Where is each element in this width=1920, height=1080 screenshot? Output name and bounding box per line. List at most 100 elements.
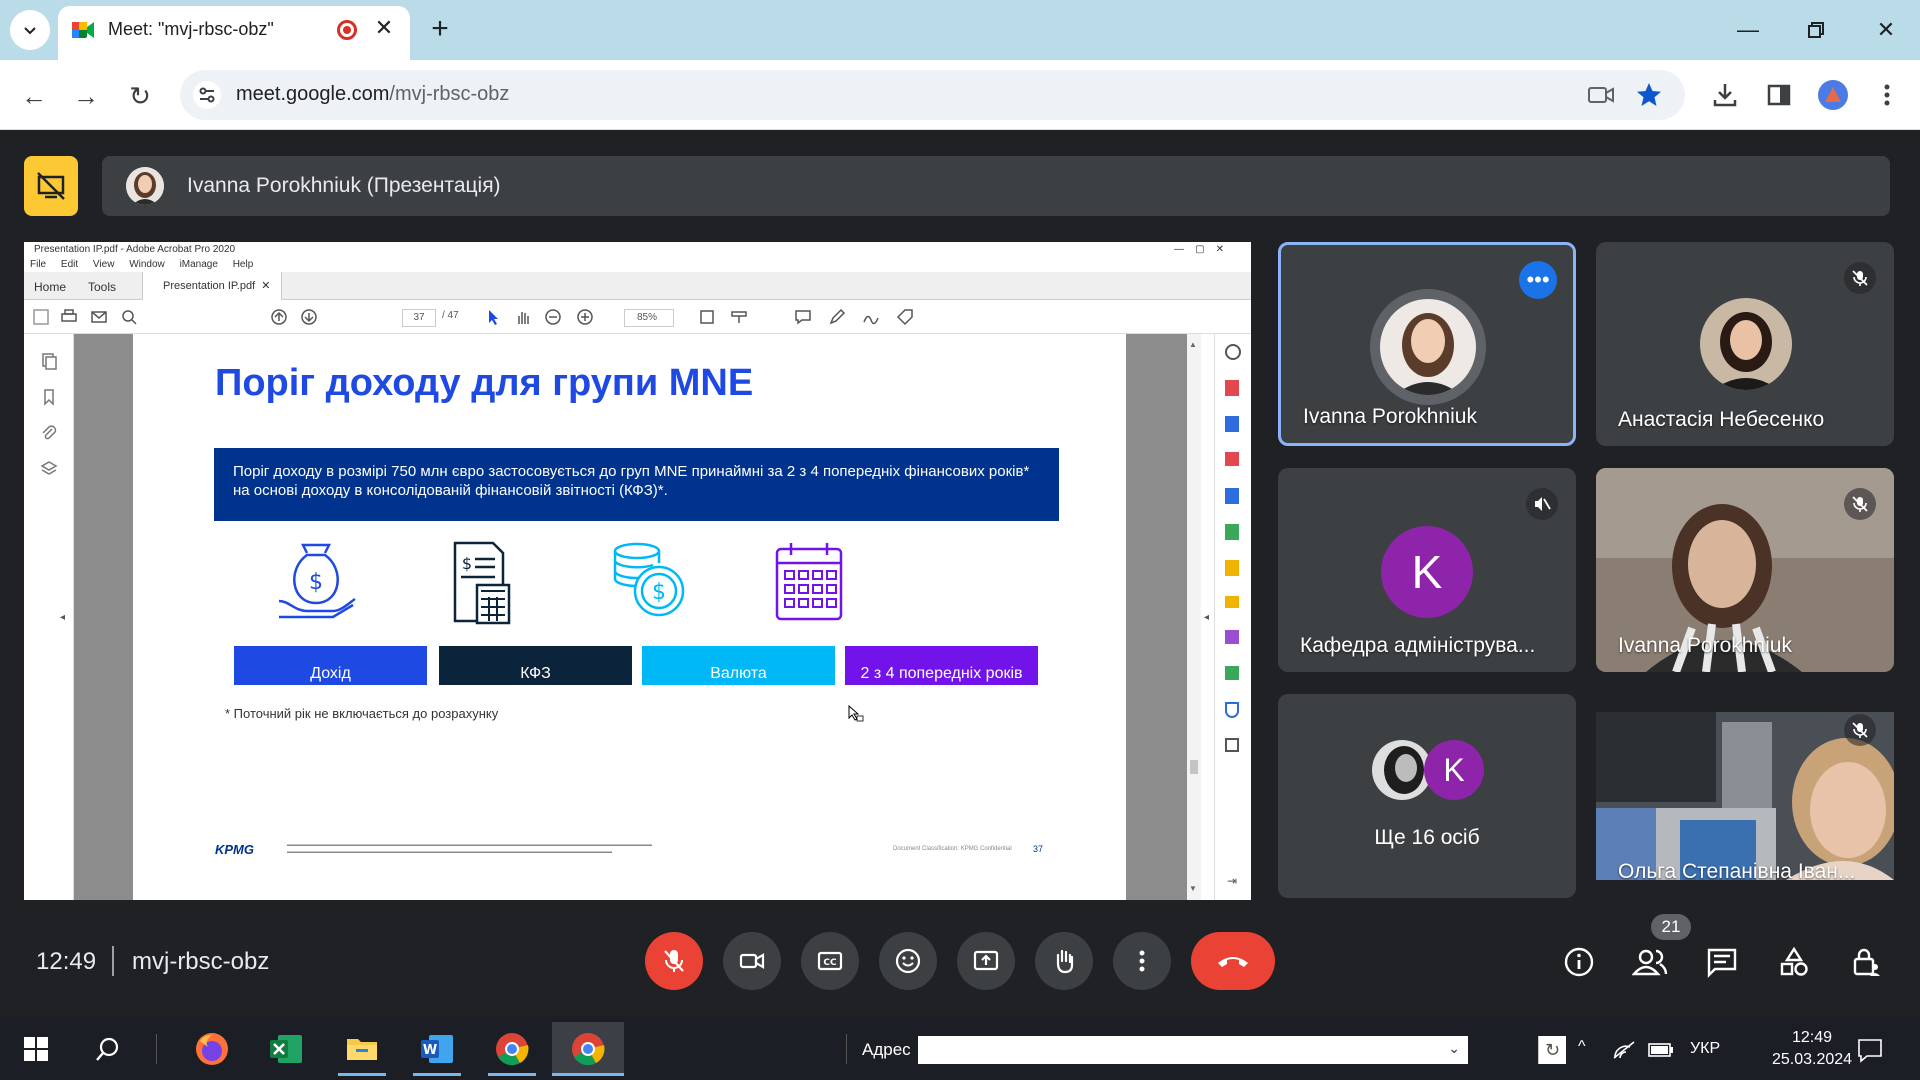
coins-currency-icon: $ [613, 542, 685, 617]
participant-initial-avatar: K [1424, 740, 1484, 800]
slide-label-currency: Валюта [642, 646, 835, 685]
slide-label-kfz: КФЗ [439, 646, 632, 685]
acrobat-menu-help: Help [232, 259, 254, 270]
acrobat-menu-edit: Edit [60, 259, 79, 270]
tray-clock[interactable]: 12:49 25.03.2024 [1752, 1027, 1872, 1071]
profile-avatar[interactable] [1816, 78, 1850, 112]
save-icon [33, 309, 49, 325]
toggle-mic-button[interactable] [645, 932, 703, 990]
present-now-button[interactable] [957, 932, 1015, 990]
running-indicator [413, 1073, 461, 1076]
side-panel-icon[interactable] [1762, 78, 1796, 112]
participant-tile-others[interactable]: K Ще 16 осіб [1278, 694, 1576, 898]
battery-icon[interactable] [1648, 1042, 1674, 1058]
chat-button[interactable] [1700, 940, 1744, 984]
excel-icon [270, 1035, 302, 1063]
toggle-camera-button[interactable] [723, 932, 781, 990]
taskbar-chrome-active[interactable] [552, 1022, 624, 1076]
back-arrow-icon[interactable]: ← [14, 76, 54, 116]
participant-name: Анастасія Небесенко [1618, 408, 1825, 431]
tab-title: Meet: "mvj-rbsc-obz" [108, 19, 274, 39]
meeting-code: mvj-rbsc-obz [132, 948, 270, 975]
input-language[interactable]: УКР [1690, 1040, 1720, 1058]
print-production-icon [1225, 666, 1239, 680]
send-for-review-icon [1225, 560, 1239, 576]
start-button[interactable] [4, 1022, 68, 1076]
tab-close-icon[interactable]: ✕ [372, 16, 396, 40]
mic-off-icon [664, 950, 684, 972]
chat-icon [1707, 948, 1737, 978]
address-refresh-button[interactable]: ↻ [1538, 1036, 1566, 1064]
svg-text:$: $ [309, 570, 323, 595]
people-icon [1632, 949, 1668, 976]
participant-tile[interactable]: Анастасія Небесенко [1596, 242, 1894, 446]
more-options-button[interactable] [1113, 932, 1171, 990]
zoom-in-icon [577, 309, 593, 325]
participant-avatar [1372, 740, 1432, 800]
acrobat-page-total: / 47 [442, 310, 459, 321]
chrome-icon [572, 1033, 605, 1066]
taskbar-chrome[interactable] [480, 1022, 544, 1076]
host-controls-button[interactable] [1844, 940, 1888, 984]
acrobat-tab-tools: Tools [88, 280, 117, 294]
stop-presenting-button[interactable] [24, 156, 78, 216]
notifications-icon[interactable] [1856, 1036, 1884, 1064]
combine-files-icon [1225, 488, 1239, 504]
taskbar-firefox[interactable] [180, 1022, 244, 1076]
hang-up-icon [1218, 957, 1248, 967]
more-options-icon[interactable]: ••• [1519, 261, 1557, 299]
raise-hand-button[interactable] [1035, 932, 1093, 990]
minimize-window-icon[interactable]: — [1728, 14, 1768, 46]
people-button[interactable] [1628, 940, 1672, 984]
browser-menu-icon[interactable] [1870, 78, 1904, 112]
folder-icon [347, 1039, 377, 1060]
taskbar-file-explorer[interactable] [330, 1022, 394, 1076]
site-info-icon[interactable] [192, 80, 222, 110]
tray-overflow-icon[interactable]: ^ [1578, 1038, 1586, 1056]
leave-call-button[interactable] [1191, 932, 1275, 990]
participant-tile[interactable]: K Кафедра адмініструва... [1278, 468, 1576, 672]
svg-text:CC: CC [823, 958, 837, 968]
participant-tile-active[interactable]: ••• Ivanna Porokhniuk [1278, 242, 1576, 446]
slide-page-number: 37 [1033, 844, 1044, 854]
participant-tile-video[interactable]: Ольга Степанівна Іван... [1596, 694, 1894, 898]
taskbar-search-button[interactable] [76, 1022, 140, 1076]
captions-button[interactable]: CC [801, 932, 859, 990]
activities-button[interactable] [1772, 940, 1816, 984]
slide-box-text: Поріг доходу в розмірі 750 млн євро заст… [233, 463, 1030, 499]
chevron-down-icon: ⌄ [1448, 1040, 1460, 1056]
download-icon[interactable] [1708, 78, 1742, 112]
camera-in-use-icon[interactable] [1584, 78, 1618, 112]
bookmark-star-icon[interactable] [1632, 78, 1666, 112]
present-screen-icon [973, 950, 999, 971]
taskbar-excel[interactable] [254, 1022, 318, 1076]
expand-pane-icon: ⇥ [1227, 874, 1238, 888]
url-path: /mvj-rbsc-obz [389, 83, 510, 105]
fit-page-icon [700, 310, 714, 324]
print-icon [61, 309, 77, 322]
participant-tile-video[interactable]: Ivanna Porokhniuk [1596, 468, 1894, 672]
network-icon[interactable] [1612, 1040, 1636, 1060]
new-tab-button[interactable]: + [424, 14, 456, 46]
edit-pdf-icon [1225, 452, 1239, 466]
collapse-right-icon: ◂ [1204, 612, 1210, 623]
tab-search-button[interactable] [10, 10, 50, 50]
slide-title: Поріг доходу для групи MNE [215, 362, 754, 404]
taskbar-word[interactable]: W [405, 1022, 469, 1076]
restore-window-icon[interactable] [1796, 14, 1836, 46]
kpmg-logo: KPMG [215, 842, 254, 857]
reload-icon[interactable]: ↻ [120, 76, 160, 116]
attachment-icon [42, 425, 57, 440]
acrobat-toolbar: 37 / 47 85% [24, 300, 1251, 334]
export-pdf-icon [1225, 380, 1239, 396]
emoji-icon [895, 948, 921, 974]
svg-text:$: $ [462, 554, 472, 573]
forward-arrow-icon[interactable]: → [66, 76, 106, 116]
reactions-button[interactable] [879, 932, 937, 990]
close-window-icon[interactable]: ✕ [1866, 14, 1906, 46]
running-indicator [338, 1073, 386, 1076]
more-tools-icon [1225, 738, 1239, 752]
meeting-details-button[interactable] [1557, 940, 1601, 984]
address-toolbar-input[interactable]: ⌄ [918, 1036, 1468, 1064]
zoom-pane-icon [1225, 344, 1241, 360]
